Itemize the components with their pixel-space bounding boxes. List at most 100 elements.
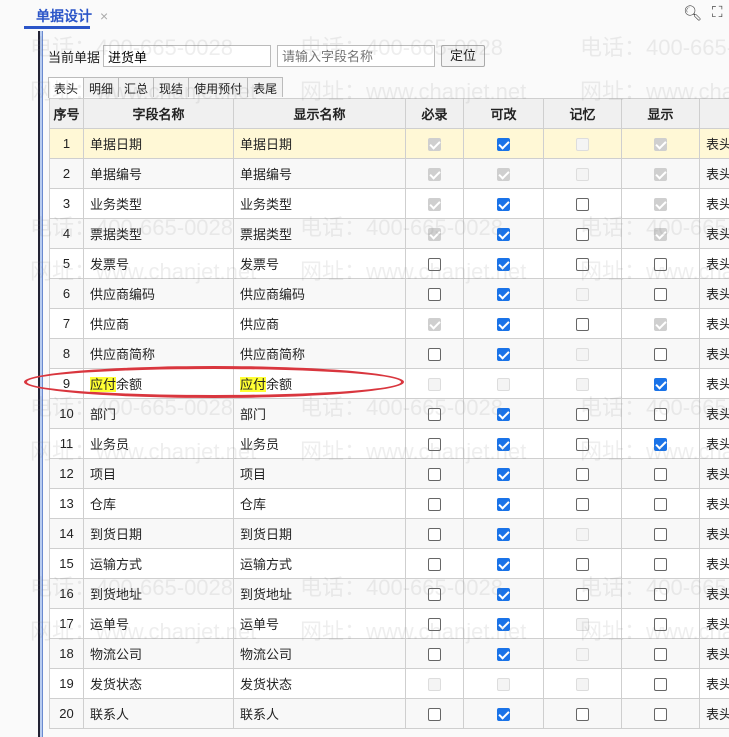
display-name-cell[interactable]: 供应商编码 <box>233 278 406 309</box>
column-header[interactable]: 显示名称 <box>233 98 406 129</box>
table-row[interactable]: 12 项目 项目 表头 <box>49 458 729 489</box>
edit-checkbox[interactable] <box>497 348 510 362</box>
edit-checkbox[interactable] <box>497 438 510 452</box>
field-name-cell[interactable]: 票据类型 <box>83 218 234 249</box>
table-row[interactable]: 9 应付余额 应付余额 表头 <box>49 368 729 399</box>
table-row[interactable]: 11 业务员 业务员 表头 <box>49 428 729 459</box>
mem-checkbox[interactable] <box>576 198 589 212</box>
field-name-cell[interactable]: 供应商简称 <box>83 338 234 369</box>
table-row[interactable]: 20 联系人 联系人 表头 <box>49 698 729 729</box>
edit-checkbox[interactable] <box>497 528 510 542</box>
column-header[interactable]: 序号 <box>49 98 84 129</box>
field-name-cell[interactable]: 发票号 <box>83 248 234 279</box>
close-icon[interactable]: × <box>100 8 108 24</box>
mem-checkbox[interactable] <box>576 438 589 452</box>
display-name-cell[interactable]: 供应商简称 <box>233 338 406 369</box>
show-checkbox[interactable] <box>654 468 667 482</box>
edit-checkbox[interactable] <box>497 648 510 662</box>
edit-checkbox[interactable] <box>497 618 510 632</box>
subtab-5[interactable]: 表尾 <box>247 77 284 97</box>
show-checkbox[interactable] <box>654 528 667 542</box>
mem-checkbox[interactable] <box>576 468 589 482</box>
field-name-cell[interactable]: 单据编号 <box>83 158 234 189</box>
field-search-input[interactable] <box>277 45 436 67</box>
table-row[interactable]: 17 运单号 运单号 表头 <box>49 608 729 639</box>
table-row[interactable]: 15 运输方式 运输方式 表头 <box>49 548 729 579</box>
show-checkbox[interactable] <box>654 588 667 602</box>
display-name-cell[interactable]: 项目 <box>233 458 406 489</box>
table-row[interactable]: 3 业务类型 业务类型 表头 <box>49 188 729 219</box>
mem-checkbox[interactable] <box>576 498 589 512</box>
req-checkbox[interactable] <box>428 408 441 422</box>
display-name-cell[interactable]: 到货日期 <box>233 518 406 549</box>
show-checkbox[interactable] <box>654 498 667 512</box>
display-name-cell[interactable]: 部门 <box>233 398 406 429</box>
mem-checkbox[interactable] <box>576 708 589 722</box>
column-header[interactable]: 字段名称 <box>83 98 234 129</box>
edit-checkbox[interactable] <box>497 258 510 272</box>
table-row[interactable]: 2 单据编号 单据编号 表头 <box>49 158 729 189</box>
display-name-cell[interactable]: 仓库 <box>233 488 406 519</box>
subtab-2[interactable]: 汇总 <box>118 77 155 97</box>
req-checkbox[interactable] <box>428 288 441 302</box>
mem-checkbox[interactable] <box>576 558 589 572</box>
req-checkbox[interactable] <box>428 618 441 632</box>
show-checkbox[interactable] <box>654 258 667 272</box>
fullscreen-icon[interactable]: ⛶ <box>712 4 723 21</box>
req-checkbox[interactable] <box>428 468 441 482</box>
edit-checkbox[interactable] <box>497 708 510 722</box>
subtab-4[interactable]: 使用预付 <box>188 77 249 97</box>
edit-checkbox[interactable] <box>497 408 510 422</box>
display-name-cell[interactable]: 运输方式 <box>233 548 406 579</box>
table-row[interactable]: 18 物流公司 物流公司 表头 <box>49 638 729 669</box>
table-row[interactable]: 19 发货状态 发货状态 表头 <box>49 668 729 699</box>
field-name-cell[interactable]: 到货地址 <box>83 578 234 609</box>
mem-checkbox[interactable] <box>576 318 589 332</box>
edit-checkbox[interactable] <box>497 288 510 302</box>
table-row[interactable]: 5 发票号 发票号 表头 <box>49 248 729 279</box>
req-checkbox[interactable] <box>428 528 441 542</box>
field-name-cell[interactable]: 物流公司 <box>83 638 234 669</box>
subtab-0[interactable]: 表头 <box>48 77 85 98</box>
field-name-cell[interactable]: 发货状态 <box>83 668 234 699</box>
mem-checkbox[interactable] <box>576 228 589 242</box>
mem-checkbox[interactable] <box>576 408 589 422</box>
edit-checkbox[interactable] <box>497 228 510 242</box>
field-name-cell[interactable]: 供应商 <box>83 308 234 339</box>
table-row[interactable]: 6 供应商编码 供应商编码 表头 <box>49 278 729 309</box>
column-header[interactable]: 可改 <box>463 98 544 129</box>
req-checkbox[interactable] <box>428 438 441 452</box>
display-name-cell[interactable]: 单据编号 <box>233 158 406 189</box>
current-doc-input[interactable] <box>103 45 272 67</box>
req-checkbox[interactable] <box>428 258 441 272</box>
display-name-cell[interactable]: 物流公司 <box>233 638 406 669</box>
table-row[interactable]: 13 仓库 仓库 表头 <box>49 488 729 519</box>
display-name-cell[interactable]: 发票号 <box>233 248 406 279</box>
show-checkbox[interactable] <box>654 348 667 362</box>
show-checkbox[interactable] <box>654 678 667 692</box>
table-row[interactable]: 1 单据日期 单据日期 表头 <box>49 128 729 159</box>
edit-checkbox[interactable] <box>497 558 510 572</box>
show-checkbox[interactable] <box>654 438 667 452</box>
column-header[interactable]: 显示 <box>621 98 700 129</box>
show-checkbox[interactable] <box>654 558 667 572</box>
display-name-cell[interactable]: 应付余额 <box>233 368 406 399</box>
mem-checkbox[interactable] <box>576 588 589 602</box>
edit-checkbox[interactable] <box>497 468 510 482</box>
field-name-cell[interactable]: 业务类型 <box>83 188 234 219</box>
field-name-cell[interactable]: 运单号 <box>83 608 234 639</box>
field-name-cell[interactable]: 项目 <box>83 458 234 489</box>
edit-checkbox[interactable] <box>497 138 510 152</box>
subtab-3[interactable]: 现结 <box>153 77 190 97</box>
table-row[interactable]: 4 票据类型 票据类型 表头 <box>49 218 729 249</box>
table-row[interactable]: 8 供应商简称 供应商简称 表头 <box>49 338 729 369</box>
req-checkbox[interactable] <box>428 708 441 722</box>
display-name-cell[interactable]: 运单号 <box>233 608 406 639</box>
field-name-cell[interactable]: 供应商编码 <box>83 278 234 309</box>
field-name-cell[interactable]: 应付余额 <box>83 368 234 399</box>
edit-checkbox[interactable] <box>497 588 510 602</box>
field-name-cell[interactable]: 运输方式 <box>83 548 234 579</box>
req-checkbox[interactable] <box>428 648 441 662</box>
search-icon[interactable]: 🔍︎ <box>683 4 702 22</box>
table-row[interactable]: 14 到货日期 到货日期 表头 <box>49 518 729 549</box>
